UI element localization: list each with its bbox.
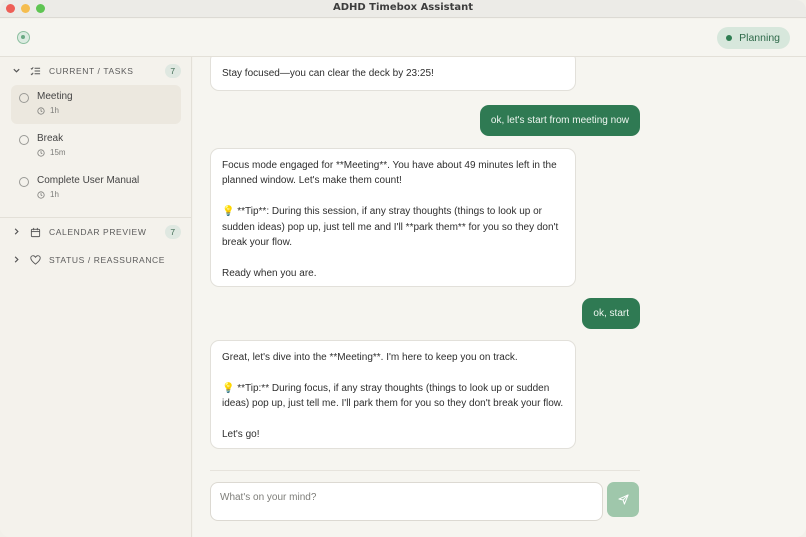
chevron-right-icon bbox=[12, 227, 22, 238]
message-paragraph: Great, let's dive into the **Meeting**. … bbox=[222, 352, 518, 363]
status-badge-label: Planning bbox=[739, 32, 780, 44]
task-checkbox[interactable] bbox=[19, 177, 29, 187]
task-duration-value: 1h bbox=[50, 190, 59, 199]
message-input[interactable]: What's on your mind? bbox=[210, 482, 603, 521]
message-paragraph: Stay focused—you can clear the deck by 2… bbox=[222, 68, 434, 79]
composer-divider bbox=[210, 470, 640, 471]
status-section-header[interactable]: STATUS / REASSURANCE bbox=[0, 246, 191, 274]
message-paragraph: 💡 **Tip**: During this session, if any s… bbox=[222, 206, 562, 249]
title-bar: ADHD Timebox Assistant bbox=[0, 0, 806, 18]
status-dot-icon bbox=[726, 35, 733, 41]
chevron-right-icon bbox=[12, 255, 22, 266]
list-check-icon bbox=[30, 66, 42, 76]
clock-icon bbox=[37, 148, 45, 157]
assistant-message: Focus mode engaged for **Meeting**. You … bbox=[210, 148, 576, 287]
task-duration: 1h bbox=[37, 106, 181, 115]
tasks-section-label: CURRENT / TASKS bbox=[49, 66, 134, 76]
task-duration: 15m bbox=[37, 148, 181, 157]
window-title: ADHD Timebox Assistant bbox=[332, 2, 474, 13]
app-window: ADHD Timebox Assistant Planning CURRENT … bbox=[0, 0, 806, 537]
task-name: Complete User Manual bbox=[37, 175, 140, 186]
user-message: ok, start bbox=[582, 298, 640, 329]
task-name: Meeting bbox=[37, 91, 73, 102]
send-icon bbox=[617, 494, 629, 505]
user-message: ok, let's start from meeting now bbox=[479, 105, 640, 136]
chat-panel: Stay focused—you can clear the deck by 2… bbox=[193, 57, 806, 537]
message-text: ok, start bbox=[593, 308, 629, 319]
app-logo-icon bbox=[17, 31, 30, 44]
task-name: Break bbox=[37, 133, 64, 144]
assistant-message: Stay focused—you can clear the deck by 2… bbox=[210, 57, 576, 91]
message-paragraph: Ready when you are. bbox=[222, 267, 317, 279]
calendar-section-header[interactable]: CALENDAR PREVIEW 7 bbox=[0, 218, 191, 246]
clock-icon bbox=[37, 190, 45, 199]
task-duration-value: 15m bbox=[50, 148, 66, 157]
status-section-label: STATUS / REASSURANCE bbox=[49, 255, 166, 265]
task-checkbox[interactable] bbox=[19, 135, 29, 145]
task-item-complete-user-manual[interactable]: Complete User Manual 1h bbox=[11, 169, 181, 208]
message-paragraph: Focus mode engaged for **Meeting**. You … bbox=[222, 160, 560, 187]
calendar-icon bbox=[30, 227, 42, 238]
app-header: Planning bbox=[0, 19, 806, 57]
task-duration-value: 1h bbox=[50, 106, 59, 115]
tasks-section-header[interactable]: CURRENT / TASKS 7 bbox=[0, 57, 191, 85]
send-button[interactable] bbox=[607, 482, 639, 517]
clock-icon bbox=[37, 106, 45, 115]
task-list: Meeting 1h Break 15m Complete User Manua… bbox=[0, 85, 191, 217]
task-duration: 1h bbox=[37, 190, 181, 199]
message-paragraph: Let's go! bbox=[222, 429, 260, 440]
status-badge[interactable]: Planning bbox=[717, 27, 790, 49]
task-item-break[interactable]: Break 15m bbox=[11, 127, 181, 166]
message-text: ok, let's start from meeting now bbox=[490, 115, 629, 126]
assistant-message: Great, let's dive into the **Meeting**. … bbox=[210, 340, 576, 449]
task-item-meeting[interactable]: Meeting 1h bbox=[11, 85, 181, 124]
heart-icon bbox=[30, 255, 42, 265]
chevron-down-icon bbox=[12, 66, 22, 77]
message-list[interactable]: Stay focused—you can clear the deck by 2… bbox=[193, 57, 806, 467]
calendar-count-badge: 7 bbox=[165, 225, 181, 239]
task-checkbox[interactable] bbox=[19, 93, 29, 103]
message-paragraph: 💡 **Tip:** During focus, if any stray th… bbox=[222, 382, 564, 410]
tasks-count-badge: 7 bbox=[165, 64, 181, 78]
sidebar: CURRENT / TASKS 7 Meeting 1h Break 15m C… bbox=[0, 57, 192, 537]
calendar-section-label: CALENDAR PREVIEW bbox=[49, 227, 147, 237]
